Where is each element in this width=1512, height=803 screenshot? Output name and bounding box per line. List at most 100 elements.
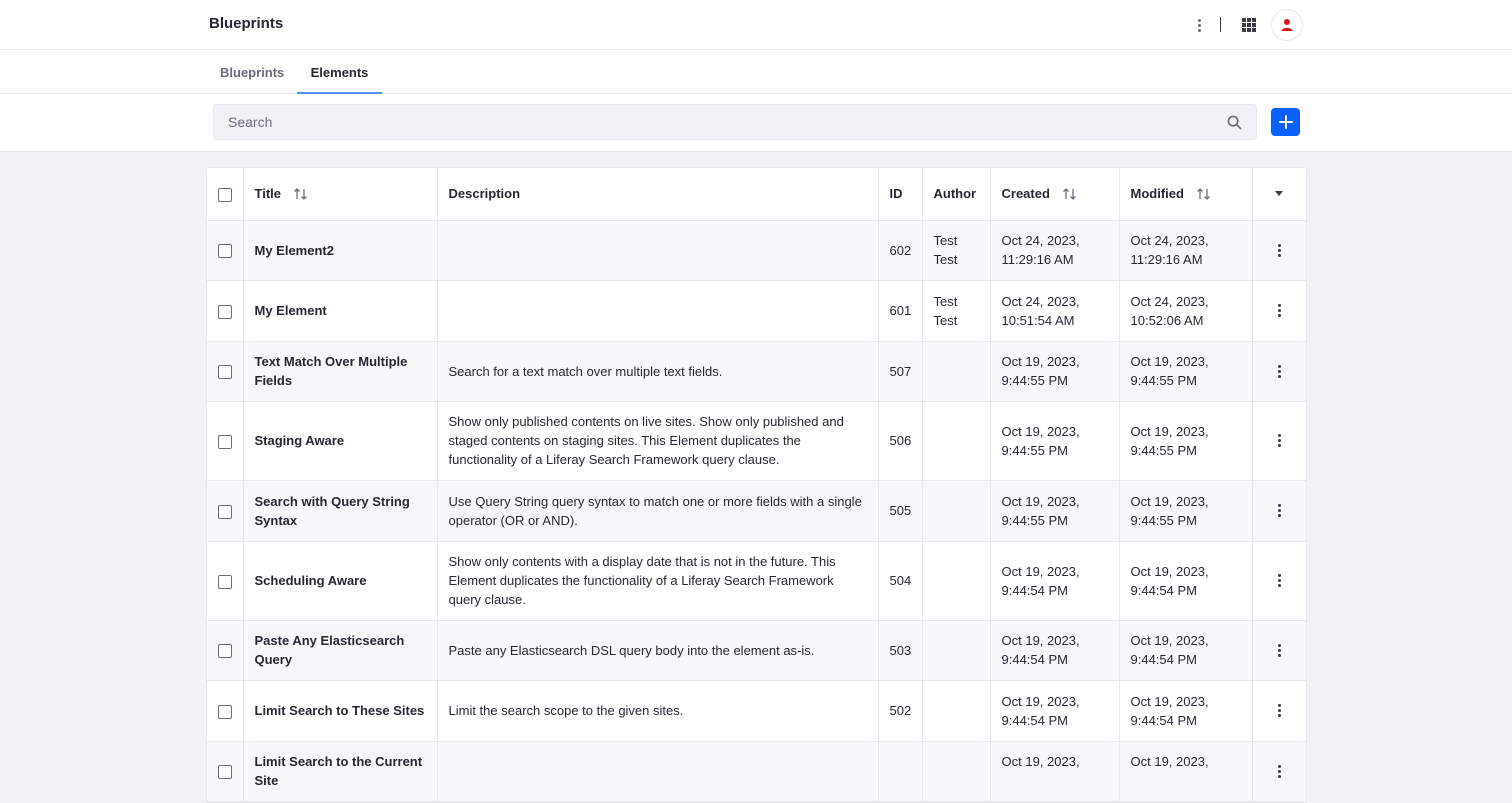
row-description: Limit the search scope to the given site… (437, 680, 879, 742)
row-actions-icon[interactable] (1269, 430, 1289, 452)
row-author: Test Test (922, 280, 991, 342)
row-description (437, 220, 879, 281)
row-title[interactable]: Text Match Over Multiple Fields (243, 341, 438, 402)
row-modified: Oct 24, 2023, 11:29:16 AM (1119, 220, 1253, 281)
app-title: Blueprints (209, 15, 284, 32)
row-checkbox[interactable] (217, 644, 232, 659)
row-id: 505 (878, 480, 923, 542)
row-id: 507 (878, 341, 923, 402)
row-title[interactable]: Search with Query String Syntax (243, 480, 438, 542)
row-author (922, 741, 991, 802)
row-checkbox[interactable] (217, 244, 232, 259)
row-title[interactable]: Paste Any Elasticsearch Query (243, 620, 438, 681)
table-row: My Element2 602 Test Test Oct 24, 2023, … (207, 220, 1306, 281)
column-header-modified[interactable]: Modified (1119, 168, 1253, 221)
row-modified: Oct 19, 2023, (1119, 741, 1253, 802)
sort-icon[interactable] (1196, 188, 1212, 201)
select-all-cell (207, 168, 244, 221)
tab-elements[interactable]: Elements (297, 50, 382, 95)
row-modified: Oct 19, 2023, 9:44:55 PM (1119, 480, 1253, 542)
row-id: 502 (878, 680, 923, 742)
row-actions-icon[interactable] (1269, 570, 1289, 592)
row-created: Oct 19, 2023, 9:44:54 PM (990, 620, 1120, 681)
row-actions-icon[interactable] (1269, 639, 1289, 661)
row-created: Oct 24, 2023, 11:29:16 AM (990, 220, 1120, 281)
row-id (878, 741, 923, 802)
row-title[interactable]: Scheduling Aware (243, 541, 438, 621)
row-id: 602 (878, 220, 923, 281)
row-checkbox[interactable] (217, 574, 232, 589)
elements-table: Title Description ID Author Created Modi… (206, 167, 1307, 803)
row-checkbox[interactable] (217, 434, 232, 449)
table-row: My Element 601 Test Test Oct 24, 2023, 1… (207, 280, 1306, 342)
column-header-author: Author (922, 168, 991, 221)
row-modified: Oct 24, 2023, 10:52:06 AM (1119, 280, 1253, 342)
row-created: Oct 19, 2023, 9:44:54 PM (990, 680, 1120, 742)
row-title[interactable]: Staging Aware (243, 401, 438, 481)
user-avatar[interactable] (1271, 9, 1303, 41)
row-created: Oct 24, 2023, 10:51:54 AM (990, 280, 1120, 342)
table-row: Scheduling Aware Show only contents with… (207, 541, 1306, 621)
row-actions-icon[interactable] (1269, 239, 1289, 261)
row-title[interactable]: Limit Search to These Sites (243, 680, 438, 742)
search-input[interactable] (214, 105, 1256, 139)
row-created: Oct 19, 2023, 9:44:54 PM (990, 541, 1120, 621)
row-modified: Oct 19, 2023, 9:44:55 PM (1119, 401, 1253, 481)
row-author (922, 480, 991, 542)
row-author: Test Test (922, 220, 991, 281)
search-icon[interactable] (1227, 115, 1242, 130)
row-description (437, 280, 879, 342)
tab-blueprints[interactable]: Blueprints (209, 50, 295, 94)
sort-icon[interactable] (293, 188, 309, 201)
row-actions-icon[interactable] (1269, 360, 1289, 382)
row-actions-icon[interactable] (1269, 700, 1289, 722)
row-created: Oct 19, 2023, 9:44:55 PM (990, 341, 1120, 402)
kebab-menu-icon[interactable] (1189, 14, 1209, 36)
row-checkbox[interactable] (217, 704, 232, 719)
row-author (922, 620, 991, 681)
column-header-created[interactable]: Created (990, 168, 1120, 221)
tab-bar: Blueprints Elements (0, 50, 1512, 95)
row-id: 504 (878, 541, 923, 621)
row-description (437, 741, 879, 802)
add-element-button[interactable] (1271, 108, 1300, 136)
row-title[interactable]: My Element2 (243, 220, 438, 281)
table-row: Staging Aware Show only published conten… (207, 401, 1306, 481)
column-header-title[interactable]: Title (243, 168, 438, 221)
row-checkbox[interactable] (217, 304, 232, 319)
row-actions-icon[interactable] (1269, 300, 1289, 322)
row-created: Oct 19, 2023, 9:44:55 PM (990, 401, 1120, 481)
sort-icon[interactable] (1062, 188, 1078, 201)
row-author (922, 401, 991, 481)
plus-icon (1278, 115, 1293, 129)
row-description: Search for a text match over multiple te… (437, 341, 879, 402)
column-visibility-toggle[interactable] (1252, 168, 1306, 221)
table-row: Search with Query String Syntax Use Quer… (207, 480, 1306, 542)
column-header-description: Description (437, 168, 879, 221)
table-header-row: Title Description ID Author Created Modi… (207, 168, 1306, 221)
table-row: Limit Search to the Current Site Oct 19,… (207, 741, 1306, 802)
row-modified: Oct 19, 2023, 9:44:54 PM (1119, 541, 1253, 621)
row-description: Show only contents with a display date t… (437, 541, 879, 621)
row-created: Oct 19, 2023, (990, 741, 1120, 802)
row-created: Oct 19, 2023, 9:44:55 PM (990, 480, 1120, 542)
row-id: 506 (878, 401, 923, 481)
row-id: 601 (878, 280, 923, 342)
row-description: Show only published contents on live sit… (437, 401, 879, 481)
row-checkbox[interactable] (217, 365, 232, 380)
row-checkbox[interactable] (217, 765, 232, 780)
row-description: Paste any Elasticsearch DSL query body i… (437, 620, 879, 681)
apps-grid-icon[interactable] (1242, 18, 1256, 32)
row-actions-icon[interactable] (1269, 760, 1289, 782)
row-description: Use Query String query syntax to match o… (437, 480, 879, 542)
row-author (922, 680, 991, 742)
row-title[interactable]: My Element (243, 280, 438, 342)
select-all-checkbox[interactable] (217, 187, 232, 202)
row-id: 503 (878, 620, 923, 681)
table-row: Text Match Over Multiple Fields Search f… (207, 341, 1306, 402)
header-divider (1220, 17, 1221, 32)
row-title[interactable]: Limit Search to the Current Site (243, 741, 438, 802)
row-actions-icon[interactable] (1269, 500, 1289, 522)
row-checkbox[interactable] (217, 504, 232, 519)
search-box (213, 104, 1257, 140)
